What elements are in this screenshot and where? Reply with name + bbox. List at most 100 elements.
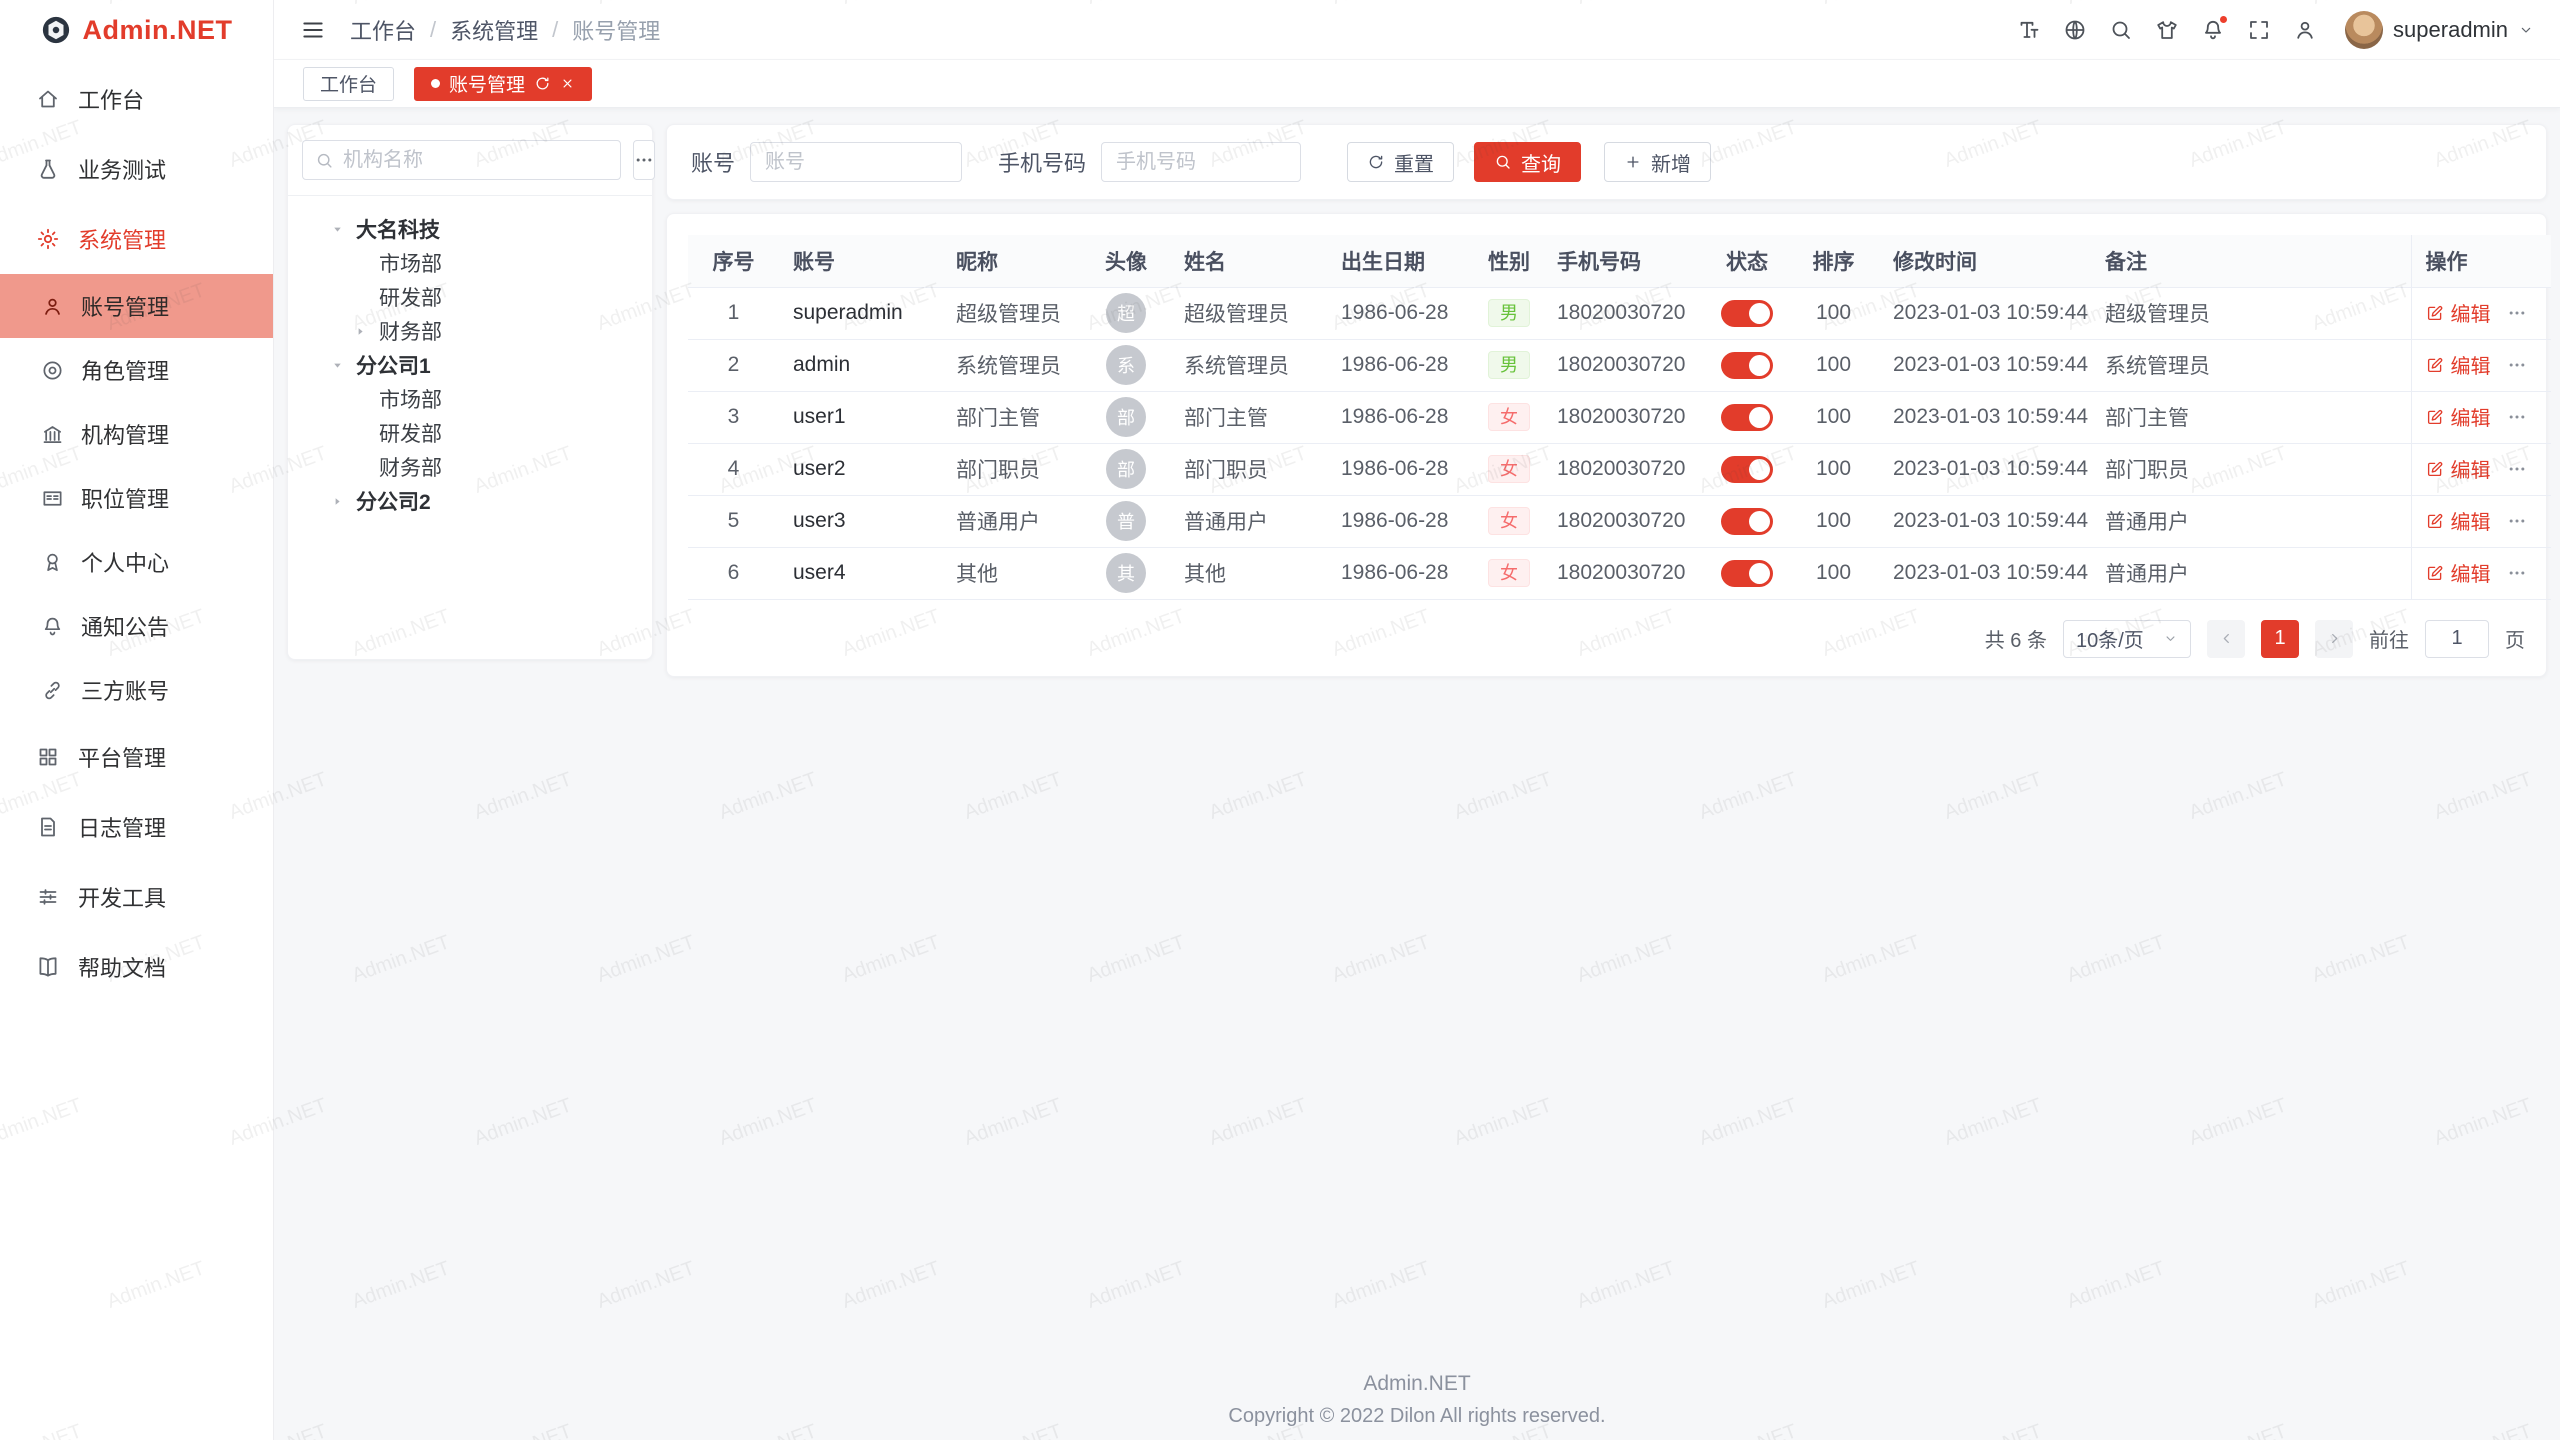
account-filter-input[interactable] [750, 142, 962, 182]
tab-item[interactable]: 账号管理 [414, 67, 592, 101]
edit-button[interactable]: 编辑 [2426, 402, 2491, 431]
user-menu[interactable]: superadmin [2345, 11, 2534, 49]
breadcrumb-item[interactable]: 工作台 [350, 14, 416, 46]
org-more-button[interactable] [633, 140, 655, 180]
status-toggle[interactable] [1721, 352, 1773, 379]
cell-remark: 部门主管 [2091, 391, 2411, 443]
close-icon[interactable] [560, 76, 575, 91]
cell-sort: 100 [1788, 547, 1879, 599]
logo[interactable]: Admin.NET [0, 0, 273, 60]
sidebar-item-log-management[interactable]: 日志管理 [0, 792, 273, 862]
sidebar-item-org-management[interactable]: 机构管理 [0, 402, 273, 466]
row-actions: 编辑 [2426, 506, 2527, 535]
prev-page-button[interactable] [2207, 620, 2245, 658]
reset-button[interactable]: 重置 [1347, 142, 1454, 182]
edit-button[interactable]: 编辑 [2426, 298, 2491, 327]
add-button[interactable]: 新增 [1604, 142, 1711, 182]
gender-badge: 女 [1488, 403, 1530, 431]
tree-node[interactable]: 市场部 [300, 382, 640, 416]
tree-node[interactable]: 大名科技 [300, 212, 640, 246]
tree-node[interactable]: 分公司2 [300, 484, 640, 518]
account-filter-label: 账号 [691, 146, 735, 178]
status-toggle[interactable] [1721, 456, 1773, 483]
edit-button[interactable]: 编辑 [2426, 350, 2491, 379]
edit-button[interactable]: 编辑 [2426, 506, 2491, 535]
cell-modified: 2023-01-03 10:59:44 [1879, 495, 2091, 547]
more-actions-button[interactable] [2507, 303, 2527, 323]
chevron-down-icon [231, 888, 249, 906]
username: superadmin [2393, 17, 2508, 43]
fullscreen-icon[interactable] [2247, 18, 2271, 42]
font-size-icon[interactable] [2017, 18, 2041, 42]
avatar: 部 [1106, 449, 1146, 489]
sidebar-item-label: 个人中心 [81, 546, 169, 578]
status-toggle[interactable] [1721, 300, 1773, 327]
row-actions: 编辑 [2426, 558, 2527, 587]
phone-filter-input[interactable] [1101, 142, 1301, 182]
more-actions-button[interactable] [2507, 511, 2527, 531]
accounts-table-panel: 序号账号昵称头像姓名出生日期性别手机号码状态排序修改时间备注操作 1supera… [666, 213, 2547, 677]
cell-birthday: 1986-06-28 [1327, 547, 1474, 599]
more-actions-button[interactable] [2507, 459, 2527, 479]
sidebar-item-platform-management[interactable]: 平台管理 [0, 722, 273, 792]
more-actions-button[interactable] [2507, 563, 2527, 583]
tree-node[interactable]: 研发部 [300, 416, 640, 450]
more-actions-button[interactable] [2507, 355, 2527, 375]
hamburger-menu-icon[interactable] [300, 17, 326, 43]
tree-node[interactable]: 市场部 [300, 246, 640, 280]
sidebar-item-system-management[interactable]: 系统管理 [0, 204, 273, 274]
more-actions-button[interactable] [2507, 407, 2527, 427]
caret-down-icon[interactable] [330, 222, 356, 237]
search-icon[interactable] [2109, 18, 2133, 42]
sidebar-item-business-test[interactable]: 业务测试 [0, 134, 273, 204]
sliders-icon [36, 885, 60, 909]
breadcrumb-item[interactable]: 账号管理 [572, 14, 660, 46]
profile-icon[interactable] [2293, 18, 2317, 42]
edit-button[interactable]: 编辑 [2426, 454, 2491, 483]
notification-bell-icon[interactable] [2201, 18, 2225, 42]
sidebar-item-position-management[interactable]: 职位管理 [0, 466, 273, 530]
edit-icon [2426, 356, 2444, 374]
sidebar-item-help-docs[interactable]: 帮助文档 [0, 932, 273, 1002]
status-toggle[interactable] [1721, 508, 1773, 535]
tab-item[interactable]: 工作台 [303, 67, 394, 101]
query-button[interactable]: 查询 [1474, 142, 1581, 182]
caret-down-icon[interactable] [330, 358, 356, 373]
sidebar-item-account-management[interactable]: 账号管理 [0, 274, 273, 338]
caret-right-icon[interactable] [330, 494, 356, 509]
table-row: 1superadmin超级管理员超超级管理员1986-06-28男1802003… [688, 287, 2551, 339]
page-number-button[interactable]: 1 [2261, 620, 2299, 658]
sidebar-item-personal-center[interactable]: 个人中心 [0, 530, 273, 594]
cell-status [1706, 495, 1788, 547]
tree-node[interactable]: 财务部 [300, 450, 640, 484]
caret-right-icon[interactable] [353, 324, 379, 339]
row-actions: 编辑 [2426, 402, 2527, 431]
sidebar-item-third-party-account[interactable]: 三方账号 [0, 658, 273, 722]
flask-icon [36, 157, 60, 181]
language-icon[interactable] [2063, 18, 2087, 42]
refresh-icon[interactable] [534, 75, 551, 92]
table-row: 2admin系统管理员系系统管理员1986-06-28男180200307201… [688, 339, 2551, 391]
status-toggle[interactable] [1721, 560, 1773, 587]
cell-nickname: 部门主管 [942, 391, 1082, 443]
tree-node[interactable]: 分公司1 [300, 348, 640, 382]
grid-icon [36, 745, 60, 769]
sidebar-item-role-management[interactable]: 角色管理 [0, 338, 273, 402]
sidebar-item-notice-announcement[interactable]: 通知公告 [0, 594, 273, 658]
tree-node[interactable]: 研发部 [300, 280, 640, 314]
theme-icon[interactable] [2155, 18, 2179, 42]
total-count: 共 6 条 [1985, 624, 2047, 653]
org-search-input[interactable] [343, 149, 608, 172]
next-page-button[interactable] [2315, 620, 2353, 658]
tree-node[interactable]: 财务部 [300, 314, 640, 348]
goto-page-input[interactable] [2425, 620, 2489, 658]
sidebar-item-workbench[interactable]: 工作台 [0, 64, 273, 134]
book-icon [36, 955, 60, 979]
caret-spacer [353, 426, 379, 441]
sidebar-item-dev-tools[interactable]: 开发工具 [0, 862, 273, 932]
cell-sort: 100 [1788, 287, 1879, 339]
page-size-select[interactable]: 10条/页 [2063, 620, 2191, 658]
breadcrumb-item[interactable]: 系统管理 [450, 14, 538, 46]
edit-button[interactable]: 编辑 [2426, 558, 2491, 587]
status-toggle[interactable] [1721, 404, 1773, 431]
